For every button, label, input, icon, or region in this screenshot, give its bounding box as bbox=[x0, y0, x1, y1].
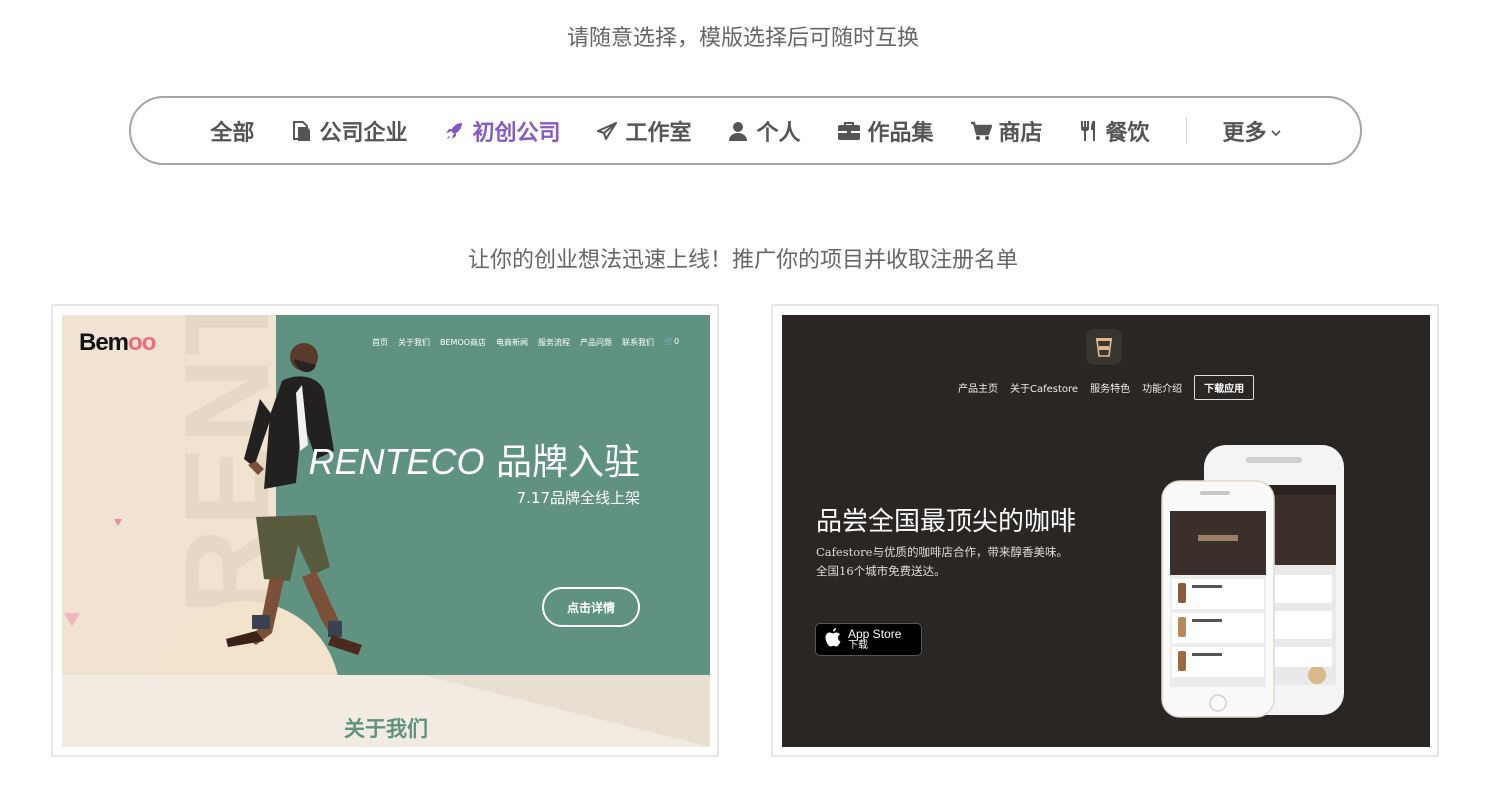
intro-text: 请随意选择，模版选择后可随时互换 bbox=[566, 26, 919, 51]
category-portfolio[interactable]: 作品集 bbox=[837, 115, 934, 147]
category-studio[interactable]: 工作室 bbox=[596, 115, 691, 147]
preview-nav-item: 关于Cafestore bbox=[1010, 384, 1079, 395]
more-label: 更多 bbox=[1222, 120, 1267, 146]
cart-icon bbox=[970, 120, 992, 142]
preview-cart: 🛒0 bbox=[664, 337, 680, 346]
preview-cta-button: 点击详情 bbox=[542, 587, 640, 627]
user-icon bbox=[727, 120, 749, 142]
preview-nav-item: 联系我们 bbox=[622, 338, 655, 347]
app-store-badge: App Store 下载 bbox=[815, 623, 922, 656]
preview-nav-item: BEMOO商店 bbox=[440, 338, 487, 347]
preview-nav-item: 电商新闻 bbox=[496, 338, 529, 347]
apple-icon bbox=[825, 628, 841, 651]
rocket-icon bbox=[443, 120, 465, 142]
document-icon bbox=[290, 120, 312, 142]
coffee-cup-icon bbox=[1086, 329, 1122, 365]
template-card-cafestore[interactable]: 产品主页 关于Cafestore 服务特色 功能介绍 下载应用 品尝全国最顶尖的… bbox=[771, 304, 1439, 757]
category-company-label: 公司企业 bbox=[319, 120, 408, 146]
category-personal[interactable]: 个人 bbox=[727, 115, 801, 147]
preview-nav: 产品主页 关于Cafestore 服务特色 功能介绍 下载应用 bbox=[958, 375, 1255, 400]
category-personal-label: 个人 bbox=[756, 120, 801, 146]
paper-plane-icon bbox=[596, 120, 618, 142]
category-shop[interactable]: 商店 bbox=[970, 115, 1043, 147]
template-preview-renteco: RENTECO Bemoo 首页 关于我们 BEMOO商店 电商新闻 服务流程 … bbox=[62, 315, 710, 747]
category-catering-label: 餐饮 bbox=[1105, 120, 1150, 146]
category-studio-label: 工作室 bbox=[625, 120, 692, 146]
walking-man-illustration bbox=[226, 343, 362, 655]
preview-nav-item: 功能介绍 bbox=[1142, 384, 1183, 395]
preview-about-heading: 关于我们 bbox=[344, 717, 428, 741]
utensils-icon bbox=[1079, 120, 1099, 142]
preview-headline: RENTECO 品牌入驻 bbox=[308, 441, 640, 483]
triangle-decor bbox=[114, 519, 122, 526]
preview-nav-item: 产品问题 bbox=[580, 338, 613, 347]
preview-nav-item: 产品主页 bbox=[958, 384, 998, 395]
briefcase-icon bbox=[837, 120, 861, 142]
category-shop-label: 商店 bbox=[998, 120, 1043, 146]
more-dropdown[interactable]: 更多 bbox=[1223, 115, 1281, 147]
template-preview-cafestore: 产品主页 关于Cafestore 服务特色 功能介绍 下载应用 品尝全国最顶尖的… bbox=[782, 315, 1430, 747]
category-all-label: 全部 bbox=[210, 120, 255, 146]
app-store-sublabel: 下载 bbox=[848, 639, 868, 651]
category-filter-bar: 全部 公司企业 初创公司 工作室 个人 作品集 商店 餐饮 更多 bbox=[129, 96, 1362, 165]
preview-title: 品尝全国最顶尖的咖啡 bbox=[816, 507, 1077, 537]
template-card-renteco[interactable]: RENTECO Bemoo 首页 关于我们 BEMOO商店 电商新闻 服务流程 … bbox=[51, 304, 719, 757]
category-company[interactable]: 公司企业 bbox=[290, 115, 407, 147]
chevron-down-icon bbox=[1270, 118, 1281, 143]
category-catering[interactable]: 餐饮 bbox=[1079, 115, 1150, 147]
category-startup[interactable]: 初创公司 bbox=[443, 115, 560, 147]
phone-mockups-illustration bbox=[1161, 445, 1344, 718]
preview-date-line: 7.17品牌全线上架 bbox=[516, 489, 640, 507]
category-all[interactable]: 全部 bbox=[210, 115, 254, 147]
preview-nav-item: 服务特色 bbox=[1090, 384, 1131, 395]
app-store-label: App Store bbox=[848, 626, 902, 641]
preview-description: Cafestore与优质的咖啡店合作，带来醇香美味。 全国16个城市免费送达。 bbox=[816, 545, 1068, 578]
triangle-decor bbox=[64, 613, 80, 627]
section-subtitle: 让你的创业想法迅速上线！推广你的项目并收取注册名单 bbox=[467, 248, 1018, 273]
divider bbox=[1185, 117, 1187, 144]
bemoo-logo: Bemoo bbox=[79, 329, 156, 356]
preview-download-button: 下载应用 bbox=[1194, 375, 1255, 400]
category-startup-label: 初创公司 bbox=[472, 120, 561, 146]
category-portfolio-label: 作品集 bbox=[867, 120, 934, 146]
preview-nav-item: 服务流程 bbox=[538, 338, 571, 347]
